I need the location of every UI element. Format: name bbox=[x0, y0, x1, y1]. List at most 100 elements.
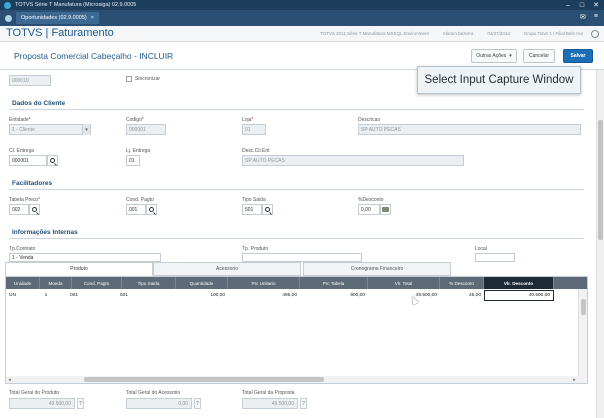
payment-field[interactable]: 001 bbox=[126, 204, 146, 215]
delivery-store-label: Lj. Entrega bbox=[126, 148, 151, 154]
contract-type-label: Tp.Contrato bbox=[9, 246, 36, 252]
page-vertical-scrollbar[interactable] bbox=[596, 70, 604, 418]
home-icon[interactable] bbox=[5, 14, 12, 22]
store-field[interactable]: 01 bbox=[242, 124, 266, 135]
cell-prc-tabela[interactable]: 900,00 bbox=[300, 290, 368, 301]
page-vscroll-thumb[interactable] bbox=[598, 120, 603, 240]
env-date: 04/07/2014 bbox=[487, 31, 510, 36]
mail-icon[interactable]: ✉ bbox=[580, 13, 586, 21]
entity-label: Entidade* bbox=[9, 117, 31, 123]
cell-vlr-desconto[interactable]: 40.500,00 bbox=[484, 290, 554, 301]
total-proposal-label: Total Geral da Proposta bbox=[242, 390, 295, 396]
grid-vscroll-thumb[interactable] bbox=[581, 299, 586, 315]
out-type-field[interactable]: 501 bbox=[242, 204, 262, 215]
items-grid: Unidade Moeda Cond. Pagto Tipo Saida Qua… bbox=[5, 276, 588, 384]
sync-checkbox[interactable] bbox=[126, 76, 132, 82]
chevron-down-icon[interactable]: ▾ bbox=[82, 124, 90, 135]
col-moeda[interactable]: Moeda bbox=[40, 277, 72, 289]
tab-label: Oportunidades (02.9.0005) bbox=[21, 15, 87, 21]
total-accessory-label: Total Geral do Acessorio bbox=[126, 390, 181, 396]
grid-horizontal-scrollbar[interactable]: ◂ ▸ bbox=[6, 376, 587, 383]
menu-icon[interactable]: ≡ bbox=[594, 13, 598, 21]
col-tipo-saida[interactable]: Tipo Saida bbox=[122, 277, 176, 289]
col-cond-pagto[interactable]: Cond. Pagto bbox=[72, 277, 122, 289]
search-icon bbox=[265, 207, 270, 212]
grid-tabs: Produto Acessorio Cronograma Financeiro bbox=[5, 262, 588, 276]
price-table-label: Tabela Preco* bbox=[9, 197, 41, 203]
location-label: Local bbox=[475, 246, 487, 252]
entity-select[interactable]: 1 - Cliente bbox=[9, 124, 91, 135]
discount-field[interactable]: 0,00 bbox=[358, 204, 380, 215]
total-accessory-button[interactable]: ? bbox=[194, 398, 201, 409]
col-vlr-total[interactable]: Vlr. Total bbox=[368, 277, 440, 289]
tab-cronograma[interactable]: Cronograma Financeiro bbox=[303, 262, 451, 276]
minimize-button[interactable]: – bbox=[562, 0, 574, 10]
tab-acessorio[interactable]: Acessorio bbox=[153, 262, 301, 276]
totvs-logo-icon bbox=[4, 1, 11, 9]
cell-moeda[interactable]: 1 bbox=[40, 290, 52, 301]
code-field[interactable]: 000001 bbox=[126, 124, 166, 135]
col-vlr-desconto[interactable]: Vlr. Desconto bbox=[484, 277, 554, 289]
total-proposal-button[interactable]: ? bbox=[300, 398, 307, 409]
contract-type-select[interactable]: 1 - Venda bbox=[9, 253, 161, 262]
payment-lookup-button[interactable] bbox=[146, 204, 157, 215]
product-type-label: Tp. Produto bbox=[242, 246, 269, 252]
tab-close-icon[interactable]: × bbox=[91, 15, 94, 21]
proposal-number-field[interactable]: 000010 bbox=[9, 75, 51, 86]
section-facilitators: Facilitadores bbox=[12, 180, 53, 187]
search-icon bbox=[32, 207, 37, 212]
cell-cond-pagto[interactable]: 001 bbox=[70, 290, 100, 301]
product-type-field[interactable] bbox=[242, 253, 362, 262]
store-label: Loja* bbox=[242, 117, 254, 123]
app-title: TOTVS | Faturamento bbox=[6, 27, 114, 39]
divider bbox=[9, 238, 584, 239]
cell-prc-unitario[interactable]: 495,00 bbox=[228, 290, 300, 301]
maximize-button[interactable]: □ bbox=[576, 0, 588, 10]
section-internal: Informações Internas bbox=[12, 229, 78, 236]
delivery-desc-label: Desc.Cli.Ent bbox=[242, 148, 270, 154]
save-button[interactable]: Salvar bbox=[563, 49, 593, 63]
cell-vlr-total[interactable]: 49.500,00 bbox=[368, 290, 440, 301]
tab-oportunidades[interactable]: Oportunidades (02.9.0005) × bbox=[16, 12, 99, 24]
delivery-client-lookup-button[interactable] bbox=[47, 155, 58, 166]
more-actions-button[interactable]: Outras Ações ▾ bbox=[471, 49, 517, 63]
table-row[interactable]: UN 1 001 501 100,00 495,00 900,00 49.500… bbox=[6, 290, 587, 301]
cell-tipo-saida[interactable]: 501 bbox=[120, 290, 150, 301]
scroll-left-icon[interactable]: ◂ bbox=[6, 376, 13, 383]
discount-label: %Desconto bbox=[358, 197, 384, 203]
delivery-desc-field: SP AUTO PECAS bbox=[242, 155, 464, 166]
window-titlebar: TOTVS Série T Manufatura (Microsiga) 02.… bbox=[0, 0, 604, 10]
tab-produto[interactable]: Produto bbox=[5, 262, 153, 276]
scroll-right-icon[interactable]: ▸ bbox=[571, 376, 578, 383]
app-header: TOTVS | Faturamento TOTVS 2011 Série T M… bbox=[0, 26, 604, 42]
close-window-button[interactable]: ✕ bbox=[590, 0, 602, 10]
col-prc-unitario[interactable]: Prc Unitario bbox=[228, 277, 300, 289]
description-label: Descricao bbox=[358, 117, 381, 123]
location-field[interactable] bbox=[475, 253, 515, 262]
total-product-button[interactable]: ? bbox=[77, 398, 84, 409]
divider bbox=[9, 189, 584, 190]
env-user: mbram.bezerra bbox=[442, 31, 474, 36]
code-label: Codigo* bbox=[126, 117, 144, 123]
more-actions-label: Outras Ações bbox=[476, 53, 507, 59]
cell-desconto[interactable]: 45,00 bbox=[440, 290, 484, 301]
exit-icon[interactable] bbox=[591, 30, 599, 38]
col-prc-tabela[interactable]: Prc Tabela bbox=[300, 277, 368, 289]
grid-hscroll-thumb[interactable] bbox=[84, 377, 324, 382]
col-desconto[interactable]: % Desconto bbox=[440, 277, 484, 289]
cancel-button[interactable]: Cancelar bbox=[523, 49, 555, 63]
out-type-lookup-button[interactable] bbox=[262, 204, 273, 215]
total-proposal-field: 49.500,00 bbox=[242, 398, 298, 409]
col-unidade[interactable]: Unidade bbox=[6, 277, 40, 289]
price-table-field[interactable]: 002 bbox=[9, 204, 29, 215]
price-table-lookup-button[interactable] bbox=[29, 204, 40, 215]
cell-quantidade[interactable]: 100,00 bbox=[176, 290, 228, 301]
col-quantidade[interactable]: Quantidade bbox=[176, 277, 228, 289]
calculator-button[interactable] bbox=[380, 204, 391, 215]
environment-info: TOTVS 2011 Série T Manufatura MSSQL Envi… bbox=[320, 31, 584, 36]
cell-unidade[interactable]: UN bbox=[9, 290, 40, 301]
divider bbox=[9, 109, 584, 110]
delivery-store-field[interactable]: 01 bbox=[126, 155, 140, 166]
grid-vertical-scrollbar[interactable] bbox=[578, 289, 587, 376]
delivery-client-field[interactable]: 000001 bbox=[9, 155, 47, 166]
